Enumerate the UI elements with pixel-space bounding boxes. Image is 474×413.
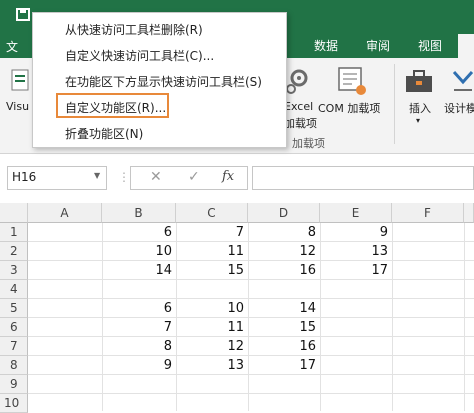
excel-addins-label[interactable]: Excel xyxy=(284,100,313,113)
gridline xyxy=(28,393,474,394)
cell-b3[interactable]: 14 xyxy=(102,261,172,280)
excel-addins-label-2[interactable]: 加载项 xyxy=(284,115,317,131)
row-header[interactable]: 3 xyxy=(0,261,28,280)
design-mode-icon[interactable] xyxy=(452,68,474,94)
cell-b7[interactable]: 8 xyxy=(102,337,172,356)
com-addins-icon[interactable] xyxy=(336,66,370,98)
tab-developer[interactable] xyxy=(458,34,474,58)
cell-e2[interactable]: 13 xyxy=(320,242,388,261)
menu-item-customize-qat[interactable]: 自定义快速访问工具栏(C)... xyxy=(65,47,214,64)
row-header[interactable]: 8 xyxy=(0,356,28,375)
chevron-down-icon[interactable]: ▾ xyxy=(416,116,420,125)
cell-e3[interactable]: 17 xyxy=(320,261,388,280)
cell-b8[interactable]: 9 xyxy=(102,356,172,375)
row-header[interactable]: 7 xyxy=(0,337,28,356)
row-header[interactable]: 2 xyxy=(0,242,28,261)
gear-icon[interactable] xyxy=(284,66,312,96)
cell-d3[interactable]: 16 xyxy=(248,261,316,280)
cell-d7[interactable]: 16 xyxy=(248,337,316,356)
cell-b1[interactable]: 6 xyxy=(102,223,172,242)
cell-d1[interactable]: 8 xyxy=(248,223,316,242)
tab-view[interactable]: 视图 xyxy=(408,34,452,58)
cell-d2[interactable]: 12 xyxy=(248,242,316,261)
insert-label[interactable]: 插入 xyxy=(409,100,431,116)
column-header-a[interactable]: A xyxy=(28,203,102,223)
com-addins-label[interactable]: COM 加载项 xyxy=(318,100,380,116)
cell-d5[interactable]: 14 xyxy=(248,299,316,318)
tab-review[interactable]: 审阅 xyxy=(356,34,400,58)
tab-data[interactable]: 数据 xyxy=(304,34,348,58)
drag-handle-icon[interactable]: ⋮ xyxy=(118,170,130,184)
row-header[interactable]: 4 xyxy=(0,280,28,299)
visual-basic-label[interactable]: Visu xyxy=(6,100,29,113)
column-header-f[interactable]: F xyxy=(392,203,464,223)
ribbon-separator xyxy=(394,64,395,144)
cell-c3[interactable]: 15 xyxy=(176,261,244,280)
cell-b2[interactable]: 10 xyxy=(102,242,172,261)
quick-access-context-menu: 从快速访问工具栏删除(R) 自定义快速访问工具栏(C)... 在功能区下方显示快… xyxy=(32,12,287,148)
menu-item-collapse-ribbon[interactable]: 折叠功能区(N) xyxy=(65,125,143,142)
column-header-b[interactable]: B xyxy=(102,203,176,223)
row-header[interactable]: 6 xyxy=(0,318,28,337)
row-header[interactable]: 5 xyxy=(0,299,28,318)
name-box-value: H16 xyxy=(12,170,37,184)
toolbox-icon[interactable] xyxy=(404,68,434,94)
column-header-d[interactable]: D xyxy=(248,203,320,223)
cell-d6[interactable]: 15 xyxy=(248,318,316,337)
select-all-button[interactable] xyxy=(0,203,28,223)
insert-function-icon[interactable]: fx xyxy=(222,169,234,184)
menu-item-remove-from-qat[interactable]: 从快速访问工具栏删除(R) xyxy=(65,21,203,38)
column-header-e[interactable]: E xyxy=(320,203,392,223)
cell-c8[interactable]: 13 xyxy=(176,356,244,375)
cancel-icon[interactable]: ✕ xyxy=(150,169,162,185)
menu-item-show-qat-below[interactable]: 在功能区下方显示快速访问工具栏(S) xyxy=(65,73,262,90)
cell-d8[interactable]: 17 xyxy=(248,356,316,375)
row-header[interactable]: 10 xyxy=(0,394,28,413)
formula-input[interactable] xyxy=(252,166,474,190)
column-header-c[interactable]: C xyxy=(176,203,248,223)
cell-b5[interactable]: 6 xyxy=(102,299,172,318)
row-header[interactable]: 1 xyxy=(0,223,28,242)
cell-b6[interactable]: 7 xyxy=(102,318,172,337)
visual-basic-icon[interactable] xyxy=(10,68,30,92)
cell-e1[interactable]: 9 xyxy=(320,223,388,242)
cell-c1[interactable]: 7 xyxy=(176,223,244,242)
cell-c6[interactable]: 11 xyxy=(176,318,244,337)
design-mode-label[interactable]: 设计模 xyxy=(444,100,474,116)
chevron-down-icon[interactable]: ▼ xyxy=(94,171,100,180)
highlight-box xyxy=(56,93,169,118)
cell-c2[interactable]: 11 xyxy=(176,242,244,261)
row-header[interactable]: 9 xyxy=(0,375,28,394)
column-header-g[interactable] xyxy=(464,203,474,223)
cell-c5[interactable]: 10 xyxy=(176,299,244,318)
save-icon[interactable] xyxy=(16,8,30,21)
addins-group-label: 加载项 xyxy=(292,137,325,150)
cell-c7[interactable]: 12 xyxy=(176,337,244,356)
enter-icon[interactable]: ✓ xyxy=(188,169,200,185)
